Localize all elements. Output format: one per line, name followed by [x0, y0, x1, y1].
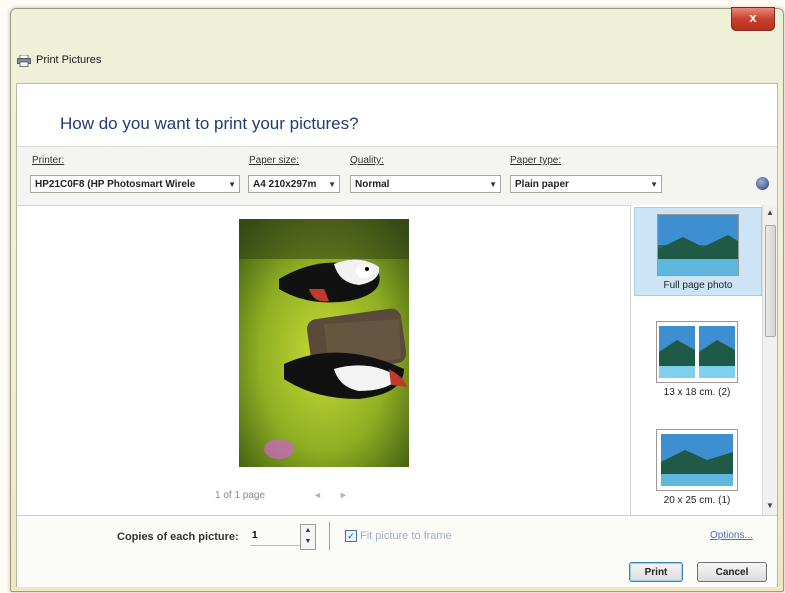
title-bar: Print Pictures [17, 51, 101, 69]
quality-select-value: Normal [355, 179, 390, 190]
page-count: 1 of 1 page [215, 490, 266, 501]
help-icon[interactable] [756, 177, 769, 190]
bottom-bar: Copies of each picture: 1 ▲ ▼ ✓ Fit pict… [17, 515, 777, 587]
single-thumbnail-icon [656, 429, 738, 491]
layout-label: Full page photo [663, 280, 733, 291]
copies-spinner[interactable]: ▲ ▼ [300, 524, 316, 550]
paper-size-select[interactable]: A4 210x297m ▼ [248, 175, 340, 193]
spin-down-icon[interactable]: ▼ [301, 536, 315, 547]
paper-size-select-value: A4 210x297m [253, 179, 317, 190]
landscape-thumbnail-icon [657, 214, 739, 276]
paper-type-select-value: Plain paper [515, 179, 569, 190]
copies-label: Copies of each picture: [117, 531, 239, 543]
print-preview: 1 of 1 page ◄ ► [17, 205, 629, 515]
paper-type-select[interactable]: Plain paper ▼ [510, 175, 662, 193]
layout-label: 20 x 25 cm. (1) [663, 495, 731, 506]
close-button[interactable]: x [731, 7, 775, 31]
preview-photo [239, 219, 409, 467]
next-page-button[interactable]: ► [339, 490, 348, 500]
layout-20x25[interactable]: 20 x 25 cm. (1) [634, 423, 760, 510]
scrollbar-thumb[interactable] [765, 225, 776, 337]
layout-label: 13 x 18 cm. (2) [663, 387, 731, 398]
page-title: How do you want to print your pictures? [60, 114, 359, 133]
scroll-up-icon[interactable]: ▲ [766, 208, 774, 217]
cancel-button[interactable]: Cancel [697, 562, 767, 582]
dialog-body: How do you want to print your pictures? … [16, 83, 778, 587]
printer-icon [17, 54, 31, 67]
paper-type-label: Paper type: [510, 155, 562, 166]
paper-size-label: Paper size: [249, 155, 300, 166]
printer-label: Printer: [32, 155, 65, 166]
layout-13x18[interactable]: 13 x 18 cm. (2) [634, 315, 760, 402]
scroll-down-icon[interactable]: ▼ [766, 501, 774, 510]
chevron-down-icon: ▼ [650, 180, 658, 189]
printer-select[interactable]: HP21C0F8 (HP Photosmart Wirele ▼ [30, 175, 240, 193]
print-pictures-window: x Print Pictures How do you want to prin… [10, 7, 784, 592]
chevron-down-icon: ▼ [489, 180, 497, 189]
window-title: Print Pictures [36, 54, 102, 66]
fit-picture-checkbox[interactable]: ✓ [345, 530, 357, 542]
quality-label: Quality: [350, 155, 384, 166]
copies-input[interactable]: 1 [250, 527, 300, 546]
options-link[interactable]: Options... [710, 530, 753, 541]
chevron-down-icon: ▼ [228, 180, 236, 189]
previous-page-button[interactable]: ◄ [313, 490, 322, 500]
fit-picture-label[interactable]: Fit picture to frame [360, 530, 452, 542]
print-settings-bar: Printer: HP21C0F8 (HP Photosmart Wirele … [17, 146, 777, 206]
layout-list: Full page photo 13 x 18 cm. (2) 20 x 25 … [630, 205, 777, 515]
layout-scrollbar[interactable]: ▲ ▼ [762, 205, 777, 515]
print-button[interactable]: Print [629, 562, 683, 582]
spin-up-icon[interactable]: ▲ [301, 525, 315, 536]
layout-full-page-photo[interactable]: Full page photo [634, 207, 762, 296]
chevron-down-icon: ▼ [328, 180, 336, 189]
printer-select-value: HP21C0F8 (HP Photosmart Wirele [35, 179, 196, 190]
divider [329, 522, 330, 550]
quality-select[interactable]: Normal ▼ [350, 175, 501, 193]
two-up-thumbnail-icon [656, 321, 738, 383]
